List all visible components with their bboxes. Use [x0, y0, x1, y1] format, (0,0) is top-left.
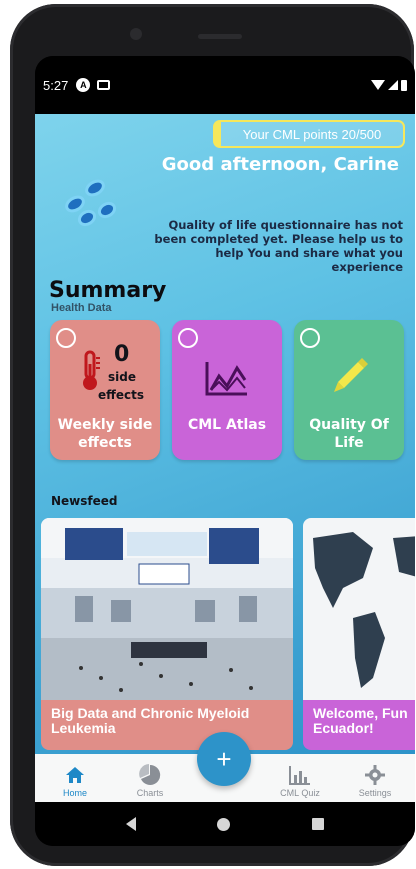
notification-a-icon: A: [76, 78, 91, 92]
card-radio[interactable]: [56, 328, 76, 348]
newsfeed-title: Newsfeed: [51, 494, 118, 508]
health-data-label: Health Data: [51, 302, 112, 314]
nav-item-cml-quiz[interactable]: CML Quiz: [272, 762, 328, 798]
nav-item-settings[interactable]: Settings: [347, 762, 403, 798]
home-icon: [65, 762, 85, 788]
back-icon[interactable]: [125, 817, 136, 831]
card-label: Weekly side effects: [57, 417, 153, 451]
signal-icon: [388, 80, 398, 90]
wifi-icon: [371, 80, 385, 90]
add-entry-button[interactable]: +: [197, 732, 251, 786]
nav-label: CML Quiz: [280, 788, 320, 798]
status-indicators: [371, 79, 407, 91]
news-caption: Big Data and Chronic Myeloid Leukemia: [41, 700, 293, 750]
news-card[interactable]: Big Data and Chronic Myeloid Leukemia: [41, 518, 293, 750]
battery-icon: [401, 79, 407, 91]
news-image-virtual-hall: [41, 518, 293, 706]
notification-message-icon: [97, 80, 111, 90]
card-radio[interactable]: [300, 328, 320, 348]
card-label: Quality Of Life: [309, 417, 389, 451]
pencil-icon: [334, 358, 368, 392]
app-content[interactable]: Your CML points 20/500 Good afternoon, C…: [35, 114, 415, 754]
phone-frame: 5:27 A Your CML points 20/500 Good after…: [10, 4, 415, 866]
status-time: 5:27: [43, 77, 69, 93]
thermometer-icon: [83, 350, 100, 390]
speaker-grille: [198, 34, 242, 39]
side-effects-count: 0: [114, 342, 130, 367]
cml-points-badge[interactable]: Your CML points 20/500: [213, 120, 405, 148]
quality-of-life-card[interactable]: Quality Of Life: [294, 320, 404, 460]
cml-atlas-card[interactable]: CML Atlas: [172, 320, 282, 460]
side-effects-count-label: side: [108, 370, 136, 384]
recent-apps-icon[interactable]: [312, 818, 325, 830]
nav-item-home[interactable]: Home: [47, 762, 103, 798]
summary-title: Summary: [49, 278, 167, 303]
camera-dot: [130, 28, 142, 40]
summary-cards: 0 side effects Weekly side effects CML A…: [50, 320, 404, 460]
news-card[interactable]: Welcome, Fun Ecuador!: [303, 518, 415, 750]
bar-chart-icon: [289, 762, 311, 788]
card-radio[interactable]: [178, 328, 198, 348]
system-nav-bar: [35, 802, 415, 846]
nav-label: Charts: [136, 788, 164, 798]
status-bar: 5:27 A: [35, 56, 415, 114]
home-circle-icon[interactable]: [217, 817, 231, 831]
pie-chart-icon: [139, 762, 161, 788]
device-screen: 5:27 A Your CML points 20/500 Good after…: [35, 56, 415, 846]
nav-item-charts[interactable]: Charts: [122, 762, 178, 798]
app-logo-icon: [65, 179, 117, 227]
greeting-text: Good afternoon, Carine: [161, 154, 399, 175]
gear-icon: [365, 762, 385, 788]
card-label: CML Atlas: [187, 417, 267, 433]
line-chart-icon: [205, 362, 247, 396]
questionnaire-notice[interactable]: Quality of life questionnaire has not be…: [143, 218, 403, 274]
nav-label: Home: [62, 788, 87, 798]
news-image-world-map: [303, 518, 415, 706]
side-effects-count-label-2: effects: [98, 388, 144, 402]
news-caption: Welcome, Fun Ecuador!: [303, 700, 415, 750]
nav-label: Settings: [358, 788, 392, 798]
weekly-side-effects-card[interactable]: 0 side effects Weekly side effects: [50, 320, 160, 460]
